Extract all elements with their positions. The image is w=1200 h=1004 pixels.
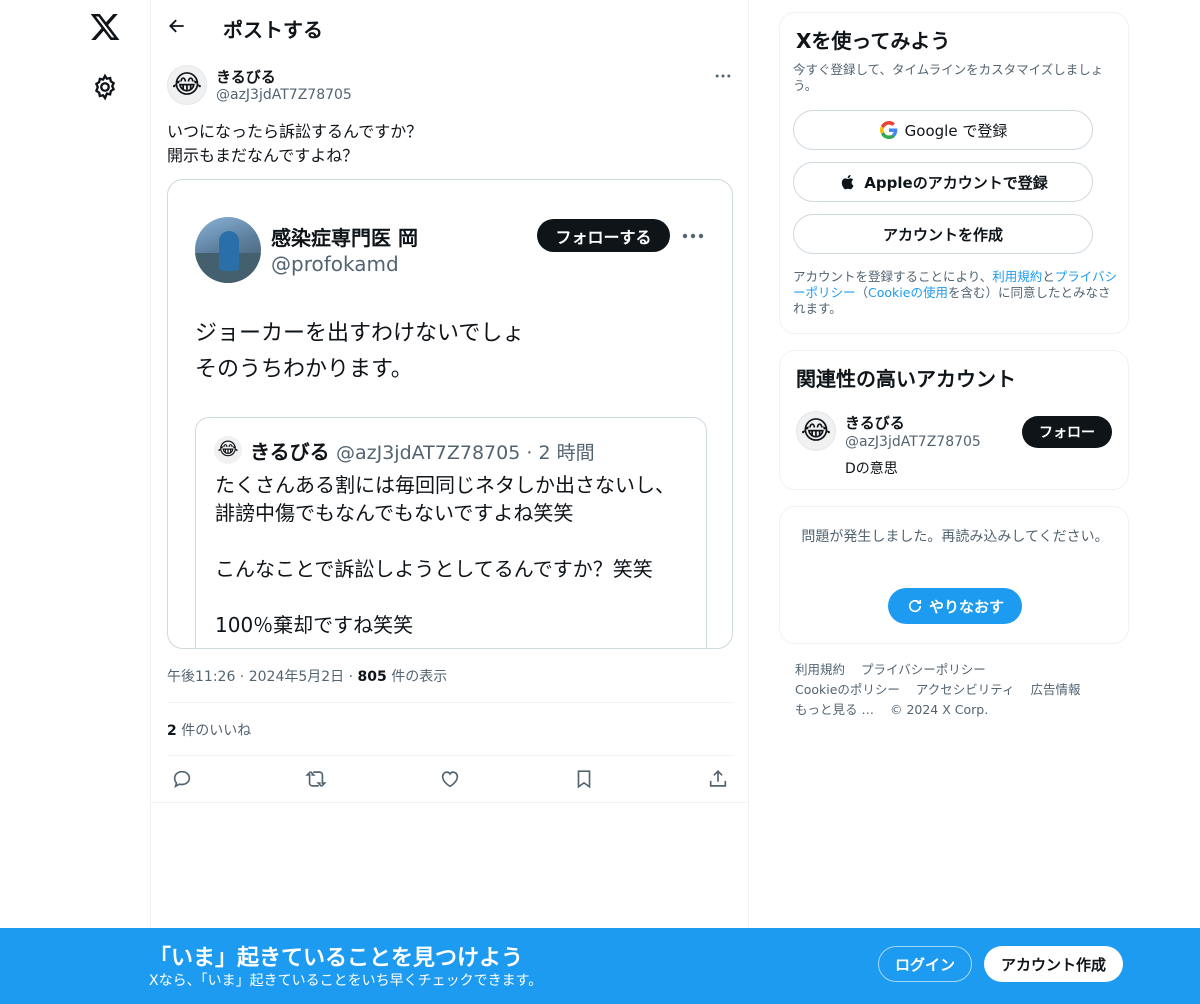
- signup-title: Xを使ってみよう: [796, 29, 951, 53]
- avatar[interactable]: 😂: [796, 411, 836, 451]
- apple-signup-label: Appleのアカウントで登録: [864, 173, 1048, 192]
- bookmark-icon[interactable]: [573, 768, 595, 790]
- post-date[interactable]: 2024年5月2日: [249, 669, 344, 685]
- create-account-button[interactable]: アカウントを作成: [793, 214, 1093, 254]
- image-post-text: ジョーカーを出すわけないでしょ そのうちわかります。: [195, 316, 524, 388]
- main-column: ポストする 😂 きるびる @azJ3jdAT7Z78705 いつになったら訴訟す…: [150, 0, 749, 1004]
- footer-link[interactable]: プライバシーポリシー: [861, 662, 986, 677]
- related-avatar-emoji: 😂: [800, 416, 832, 446]
- related-title: 関連性の高いアカウント: [796, 367, 1016, 391]
- signup-subtitle: 今すぐ登録して、タイムラインをカスタマイズしましょう。: [793, 62, 1104, 93]
- google-icon: [879, 120, 899, 140]
- post-text-line: 開示もまだなんですよね？: [167, 146, 359, 165]
- terms-link[interactable]: 利用規約: [992, 269, 1042, 284]
- footer-link[interactable]: Cookieのポリシー: [795, 682, 900, 697]
- legal-pre: アカウントを登録することにより、: [793, 269, 993, 284]
- top-bar: ポストする: [151, 0, 749, 53]
- likes-stat[interactable]: 2 件のいいね: [167, 720, 251, 740]
- author-handle[interactable]: @azJ3jdAT7Z78705: [216, 87, 352, 103]
- post-time[interactable]: 午後11:26: [167, 669, 235, 685]
- divider: [167, 702, 733, 703]
- quoted-avatar: 😂: [214, 436, 242, 464]
- quoted-line: 誹謗中傷でもなんでもないですよね笑笑: [215, 501, 574, 525]
- repost-icon[interactable]: [305, 768, 327, 790]
- action-bar: [151, 758, 749, 802]
- post-text: いつになったら訴訟するんですか？ 開示もまだなんですよね？: [167, 120, 727, 168]
- image-text-line: ジョーカーを出すわけないでしょ: [195, 321, 525, 346]
- related-name[interactable]: きるびる: [845, 412, 905, 433]
- reply-icon[interactable]: [171, 768, 193, 790]
- post-metadata: 午後11:26 · 2024年5月2日 · 805 件の表示: [167, 669, 448, 685]
- image-avatar: [195, 217, 261, 283]
- login-button[interactable]: ログイン: [878, 946, 972, 982]
- footer-more-link[interactable]: もっと見る …: [795, 702, 874, 717]
- quoted-line: たくさんある割には毎回同じネタしか出さないし、: [215, 473, 675, 497]
- views-count: 805: [357, 669, 387, 685]
- banner-title: 「いま」起きていることを見つけよう: [149, 946, 524, 971]
- more-options-icon[interactable]: [713, 66, 733, 86]
- footer-links: 利用規約 プライバシーポリシー Cookieのポリシー アクセシビリティ 広告情…: [795, 660, 1105, 720]
- related-accounts-panel: 関連性の高いアカウント 😂 きるびる @azJ3jdAT7Z78705 Dの意思…: [779, 350, 1129, 490]
- image-author-name: 感染症専門医 岡: [271, 226, 418, 250]
- gear-icon[interactable]: [91, 73, 119, 101]
- avatar-emoji: 😂: [171, 70, 203, 100]
- copyright: © 2024 X Corp.: [889, 702, 989, 717]
- legal-text: アカウントを登録することにより、利用規約とプライバシーポリシー（Cookieの使…: [793, 269, 1118, 317]
- signup-button[interactable]: アカウント作成: [984, 946, 1123, 982]
- legal-and: と: [1042, 269, 1055, 284]
- google-signup-button[interactable]: Google で登録: [793, 110, 1093, 150]
- retry-label: やりなおす: [928, 597, 1004, 616]
- related-bio: Dの意思: [845, 461, 898, 477]
- share-icon[interactable]: [707, 768, 729, 790]
- quoted-line: 100％棄却ですね笑笑: [215, 613, 414, 637]
- page-title: ポストする: [223, 18, 323, 42]
- footer-link[interactable]: 広告情報: [1031, 682, 1081, 697]
- signup-panel: Xを使ってみよう 今すぐ登録して、タイムラインをカスタマイズしましょう。 Goo…: [779, 12, 1129, 334]
- back-arrow-icon[interactable]: [167, 16, 187, 36]
- cookie-link[interactable]: Cookieの使用: [868, 285, 948, 300]
- likes-label: 件のいいね: [181, 723, 252, 739]
- avatar[interactable]: 😂: [167, 65, 207, 105]
- x-logo-icon[interactable]: [89, 11, 121, 43]
- post-image[interactable]: 感染症専門医 岡 @profokamd フォローする ジョーカーを出すわけないで…: [167, 179, 733, 649]
- footer-link[interactable]: アクセシビリティ: [916, 682, 1015, 697]
- image-text-line: そのうちわかります。: [195, 357, 413, 382]
- quoted-body: たくさんある割には毎回同じネタしか出さないし、 誹謗中傷でもなんでもないですよね…: [215, 471, 695, 648]
- quoted-avatar-emoji: 😂: [217, 439, 239, 460]
- image-more-icon: [682, 233, 704, 239]
- divider: [151, 802, 749, 803]
- like-icon[interactable]: [439, 768, 461, 790]
- legal-paren: （: [855, 285, 869, 300]
- bottom-banner: 「いま」起きていることを見つけよう Xなら、「いま」起きていることをいち早くチェ…: [0, 928, 1200, 1004]
- create-account-label: アカウントを作成: [882, 225, 1003, 244]
- apple-signup-button[interactable]: Appleのアカウントで登録: [793, 162, 1093, 202]
- retry-button[interactable]: やりなおす: [888, 588, 1022, 624]
- image-author-handle: @profokamd: [271, 252, 399, 276]
- views-label: 件の表示: [391, 669, 448, 685]
- quoted-line: こんなことで訴訟しようとしてるんですか？笑笑: [215, 557, 653, 581]
- apple-icon: [838, 172, 858, 192]
- google-signup-label: Google で登録: [904, 121, 1008, 140]
- post-text-line: いつになったら訴訟するんですか？: [167, 122, 423, 141]
- refresh-icon: [908, 599, 922, 613]
- divider: [167, 755, 733, 756]
- author-name[interactable]: きるびる: [216, 66, 276, 87]
- follow-button[interactable]: フォロー: [1022, 416, 1112, 448]
- quoted-author-name: きるびる: [250, 440, 330, 464]
- likes-count: 2: [167, 723, 177, 739]
- left-nav: [0, 0, 150, 1004]
- related-handle[interactable]: @azJ3jdAT7Z78705: [845, 434, 981, 450]
- error-panel: 問題が発生しました。再読み込みしてください。 やりなおす: [779, 506, 1129, 644]
- footer-link[interactable]: 利用規約: [795, 662, 845, 677]
- error-message: 問題が発生しました。再読み込みしてください。: [801, 529, 1109, 545]
- quoted-meta: @azJ3jdAT7Z78705 · 2 時間: [336, 442, 595, 464]
- image-follow-button: フォローする: [537, 219, 670, 252]
- image-quoted-post: 😂 きるびる @azJ3jdAT7Z78705 · 2 時間 たくさんある割には…: [195, 417, 707, 648]
- banner-subtitle: Xなら、「いま」起きていることをいち早くチェックできます。: [149, 973, 543, 989]
